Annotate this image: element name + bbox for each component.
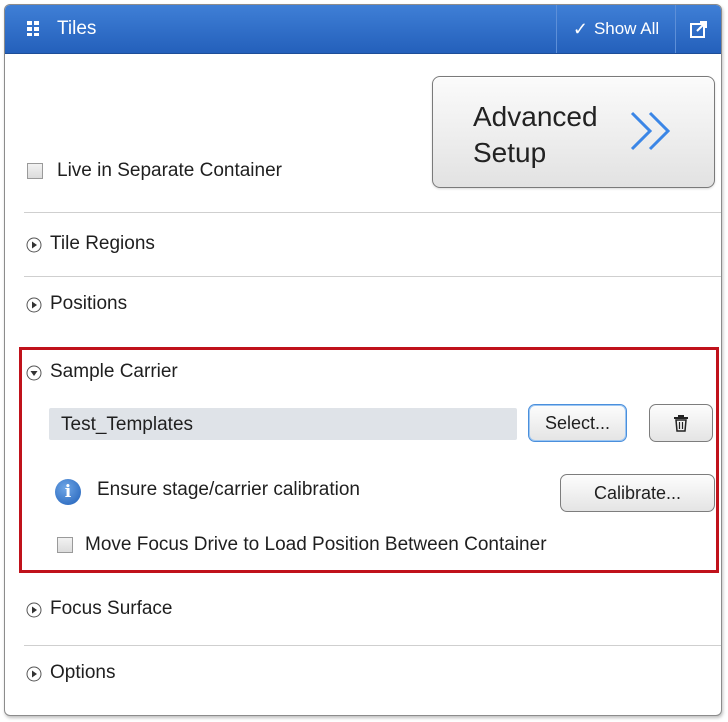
carrier-template-field[interactable]: Test_Templates — [49, 408, 517, 440]
expand-arrow-icon — [26, 602, 42, 618]
expand-arrow-icon — [26, 666, 42, 682]
collapse-arrow-icon — [26, 365, 42, 381]
section-focus-surface[interactable]: Focus Surface — [24, 589, 721, 629]
section-tile-regions[interactable]: Tile Regions — [24, 224, 721, 264]
expand-arrow-icon — [26, 297, 42, 313]
divider — [24, 645, 721, 646]
double-chevron-right-icon — [630, 111, 671, 151]
section-options[interactable]: Options — [24, 653, 721, 693]
advanced-setup-label: Advanced Setup — [473, 101, 598, 168]
section-label: Tile Regions — [50, 233, 155, 254]
section-positions[interactable]: Positions — [24, 284, 721, 324]
tiles-panel: Tiles ✓ Show All Advanced Setup Live in … — [4, 4, 722, 716]
move-focus-drive-checkbox[interactable] — [57, 537, 73, 553]
expand-arrow-icon — [26, 237, 42, 253]
divider — [24, 276, 721, 277]
show-all-button[interactable]: ✓ Show All — [556, 5, 675, 53]
trash-icon — [674, 415, 688, 432]
divider — [24, 212, 721, 213]
live-separate-container-label: Live in Separate Container — [57, 160, 282, 181]
section-label: Focus Surface — [50, 598, 173, 619]
panel-titlebar: Tiles ✓ Show All — [5, 5, 721, 54]
section-label: Positions — [50, 293, 128, 314]
checkmark-icon: ✓ — [572, 18, 588, 39]
section-sample-carrier[interactable]: Sample Carrier — [24, 353, 721, 393]
advanced-setup-button[interactable]: Advanced Setup — [432, 76, 715, 188]
panel-title: Tiles — [57, 18, 97, 39]
delete-button[interactable] — [649, 404, 713, 442]
show-all-label: Show All — [593, 19, 660, 38]
undock-button[interactable] — [675, 5, 721, 53]
calibrate-button[interactable]: Calibrate... — [560, 474, 715, 512]
select-button[interactable]: Select... — [528, 404, 627, 442]
info-icon: i — [55, 479, 81, 505]
move-focus-drive-label: Move Focus Drive to Load Position Betwee… — [85, 534, 547, 555]
live-separate-container-checkbox[interactable] — [27, 163, 43, 179]
section-label: Sample Carrier — [50, 361, 178, 382]
section-label: Options — [50, 662, 116, 683]
undock-icon — [689, 21, 707, 38]
calibration-info-text: Ensure stage/carrier calibration — [97, 479, 360, 500]
tiles-icon — [27, 21, 39, 36]
